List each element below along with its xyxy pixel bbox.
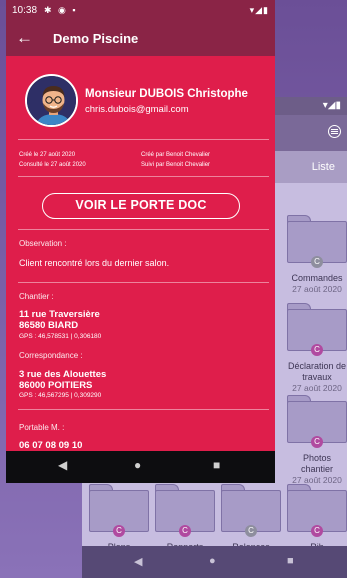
triangle-left-icon[interactable]: ◀ [58, 458, 67, 472]
consulted-date: Consulté le 27 août 2020 [19, 162, 86, 168]
chantier-gps[interactable]: GPS : 46,578531 | 0,306180 [19, 333, 101, 340]
chantier-street: 11 rue Traversière [19, 309, 100, 320]
observation-label: Observation : [19, 239, 67, 248]
folder-title: Photos chantier [300, 453, 334, 474]
navigation-bar: ◀ ● ■ [6, 451, 275, 483]
divider [18, 282, 269, 283]
square-icon[interactable]: ■ [287, 555, 294, 567]
status-bar: 10:38 ✱ ◉ ▪ ▾◢▮ [6, 0, 275, 22]
folder-photos-chantier[interactable]: C Photos chantier 27 août 2020 [287, 395, 347, 486]
tab-liste[interactable]: Liste [312, 161, 335, 173]
folder-date: 27 août 2020 [292, 383, 342, 393]
folder-title: Déclaration de travaux [287, 361, 347, 382]
client-detail-screen: 10:38 ✱ ◉ ▪ ▾◢▮ ← Demo Piscine Monsieur … [6, 0, 275, 483]
status-time: 10:38 [12, 5, 38, 16]
divider [18, 139, 269, 140]
divider [18, 176, 269, 177]
divider [18, 229, 269, 230]
client-profile: Monsieur DUBOIS Christophe chris.dubois@… [25, 74, 269, 128]
client-name: Monsieur DUBOIS Christophe [85, 88, 248, 100]
folder-date: 27 août 2020 [292, 284, 342, 294]
chantier-label: Chantier : [19, 292, 54, 301]
observation-text: Client rencontré lors du dernier salon. [19, 258, 170, 268]
followed-by: Suivi par Benoit Chevalier [141, 162, 211, 168]
meta-owner: Créé par Benoit Chevalier Suivi par Beno… [141, 150, 210, 170]
folder-rapports[interactable]: C Rapports [155, 484, 215, 553]
chantier-city: 86580 BIARD [19, 320, 79, 331]
divider [18, 409, 269, 410]
portable-label: Portable M. : [19, 423, 65, 432]
client-email[interactable]: chris.dubois@gmail.com [85, 104, 189, 115]
view-document-holder-button[interactable]: VOIR LE PORTE DOC [42, 193, 240, 219]
background-nav-bar: ◀ ● ■ [82, 546, 347, 578]
created-by: Créé par Benoit Chevalier [141, 152, 211, 158]
circle-icon[interactable]: ● [209, 555, 216, 567]
avatar [25, 74, 78, 127]
folder-commandes[interactable]: C Commandes 27 août 2020 [287, 215, 347, 295]
portable-number[interactable]: 06 07 08 09 10 [19, 440, 82, 451]
folder-plans[interactable]: C Plans [89, 484, 149, 553]
arrow-left-icon[interactable]: ← [16, 28, 33, 48]
app-bar: ← Demo Piscine [6, 22, 275, 56]
page-title: Demo Piscine [53, 31, 139, 46]
square-icon[interactable]: ■ [213, 458, 220, 472]
meta-created-consulted: Créé le 27 août 2020 Consulté le 27 août… [19, 150, 86, 170]
folder-relances[interactable]: C Relances [221, 484, 281, 553]
correspondance-label: Correspondance : [19, 351, 83, 360]
folder-title: Commandes [291, 273, 343, 283]
filter-menu-icon[interactable] [328, 125, 341, 138]
triangle-left-icon[interactable]: ◀ [134, 555, 142, 568]
folder-rib[interactable]: C Rib [287, 484, 347, 553]
correspondance-gps[interactable]: GPS : 46,567295 | 0,309290 [19, 392, 101, 399]
created-date: Créé le 27 août 2020 [19, 152, 76, 158]
correspondance-city: 86000 POITIERS [19, 380, 93, 391]
circle-icon[interactable]: ● [134, 458, 141, 472]
system-icons: ▾◢▮ [322, 100, 341, 111]
correspondance-street: 3 rue des Alouettes [19, 369, 107, 380]
notification-icons: ✱ ◉ ▪ [44, 5, 78, 15]
system-status-icons: ▾◢▮ [249, 5, 269, 15]
folder-declaration-de-travaux[interactable]: C Déclaration de travaux 27 août 2020 [287, 303, 347, 394]
